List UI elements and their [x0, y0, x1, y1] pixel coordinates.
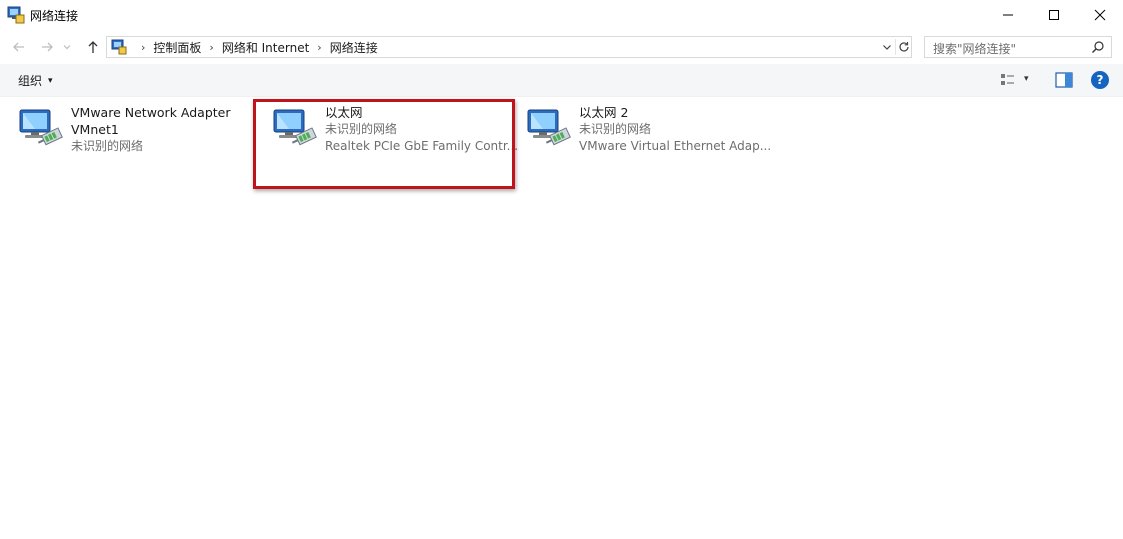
connection-name: 以太网 2	[579, 105, 629, 120]
breadcrumb-control-panel[interactable]: 控制面板	[153, 39, 201, 56]
forward-button[interactable]	[36, 36, 58, 58]
back-button[interactable]	[8, 36, 30, 58]
minimize-button[interactable]	[985, 0, 1031, 30]
breadcrumb-network-connections[interactable]: 网络连接	[330, 39, 378, 56]
address-history-dropdown[interactable]	[879, 39, 895, 55]
search-input[interactable]: 搜索"网络连接"	[933, 40, 1016, 57]
view-options-icon[interactable]	[999, 71, 1017, 89]
close-icon	[1094, 9, 1106, 21]
arrow-right-icon	[42, 42, 53, 52]
refresh-icon	[899, 42, 909, 52]
connection-device: VMware Virtual Ethernet Adap...	[579, 139, 772, 153]
breadcrumb-separator: ›	[141, 40, 146, 54]
breadcrumb-separator: ›	[209, 40, 214, 54]
navigation-bar: › 控制面板 › 网络和 Internet › 网络连接 搜索"网络连接"	[0, 32, 1123, 62]
breadcrumb: › 控制面板 › 网络和 Internet › 网络连接	[133, 37, 378, 57]
search-box[interactable]: 搜索"网络连接"	[924, 36, 1112, 58]
connection-name: VMware Network Adapter	[71, 105, 231, 120]
control-panel-icon	[111, 39, 127, 55]
connection-name-line2: VMnet1	[71, 122, 119, 137]
chevron-down-icon	[883, 45, 891, 50]
up-button[interactable]	[82, 36, 104, 58]
refresh-button[interactable]	[895, 39, 912, 55]
command-bar: 组织 ▾ ▾ ?	[0, 64, 1123, 97]
connection-text: VMware Network Adapter VMnet1 未识别的网络	[71, 104, 271, 155]
maximize-button[interactable]	[1031, 0, 1077, 30]
view-options-dropdown[interactable]: ▾	[1024, 74, 1029, 84]
arrow-up-icon	[88, 41, 98, 53]
arrow-left-icon	[13, 42, 24, 52]
preview-pane-icon[interactable]	[1055, 72, 1073, 88]
title-bar: 网络连接	[0, 0, 1123, 30]
window-title: 网络连接	[30, 9, 79, 23]
network-adapter-icon	[527, 109, 571, 146]
breadcrumb-separator: ›	[317, 40, 322, 54]
connection-status: 未识别的网络	[71, 139, 144, 153]
close-button[interactable]	[1077, 0, 1123, 30]
connection-text: 以太网 2 未识别的网络 VMware Virtual Ethernet Ada…	[579, 104, 779, 155]
help-button[interactable]: ?	[1091, 71, 1109, 89]
chevron-down-icon: ▾	[48, 75, 53, 86]
maximize-icon	[1049, 10, 1059, 20]
recent-locations-button[interactable]	[60, 36, 74, 58]
breadcrumb-network-internet[interactable]: 网络和 Internet	[222, 39, 309, 56]
organize-menu-button[interactable]: 组织 ▾	[18, 72, 53, 89]
chevron-down-icon	[63, 45, 71, 50]
highlight-annotation-box	[253, 99, 515, 189]
minimize-icon	[1003, 14, 1013, 16]
organize-label: 组织	[18, 74, 43, 88]
network-adapter-icon	[19, 109, 63, 146]
search-icon	[1092, 41, 1104, 53]
connection-status: 未识别的网络	[579, 122, 652, 136]
network-connections-icon	[7, 6, 25, 24]
address-bar[interactable]: › 控制面板 › 网络和 Internet › 网络连接	[106, 36, 912, 58]
